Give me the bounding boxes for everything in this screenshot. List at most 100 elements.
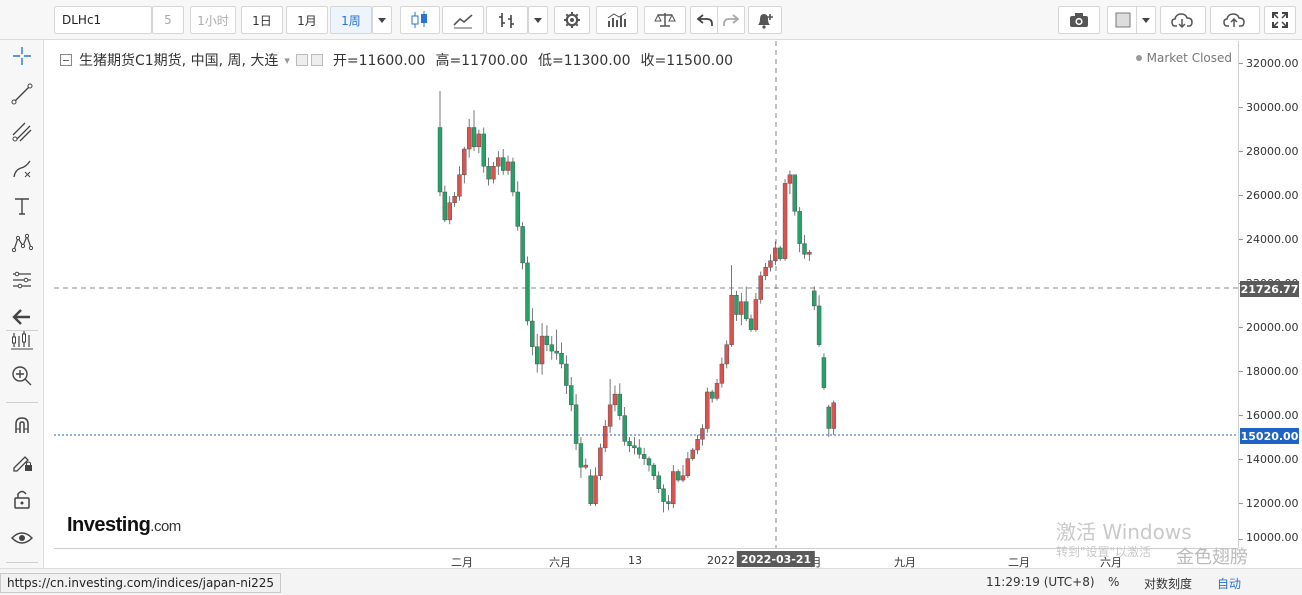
candle-down bbox=[797, 211, 802, 244]
x-tick-label: 2022 bbox=[707, 554, 735, 567]
axis-tick bbox=[1239, 371, 1243, 372]
candle-style-button[interactable] bbox=[400, 6, 440, 34]
market-status-label: Market Closed bbox=[1146, 51, 1232, 65]
style-dropdown-button[interactable] bbox=[528, 6, 548, 34]
y-tick-label: 30000.00 bbox=[1246, 101, 1299, 114]
pattern-tool[interactable] bbox=[8, 229, 36, 257]
screenshot-button[interactable] bbox=[1058, 6, 1100, 34]
layout-button[interactable] bbox=[1107, 6, 1137, 34]
candle-up bbox=[491, 165, 496, 180]
candle-down bbox=[778, 247, 783, 259]
eye-icon bbox=[11, 532, 33, 544]
candle-down bbox=[661, 488, 666, 502]
candle-up bbox=[598, 447, 603, 477]
separator bbox=[6, 562, 38, 563]
trend-line-tool[interactable] bbox=[8, 80, 36, 108]
fullscreen-button[interactable] bbox=[1264, 6, 1296, 34]
interval-1m-button[interactable]: 1月 bbox=[286, 6, 328, 34]
settings-small-icon[interactable] bbox=[310, 54, 323, 66]
candle-up bbox=[782, 183, 788, 259]
interval-5m-button[interactable]: 5 bbox=[152, 6, 184, 34]
candle-down bbox=[515, 191, 520, 227]
price-chart[interactable] bbox=[54, 41, 1238, 548]
axis-tick bbox=[1239, 151, 1243, 152]
candle-down bbox=[530, 320, 535, 347]
candle-down bbox=[792, 174, 797, 212]
fib-tool[interactable] bbox=[8, 118, 36, 146]
axis-tick bbox=[1239, 459, 1243, 460]
last-price-badge: 15020.00 bbox=[1240, 428, 1299, 444]
interval-1h-button[interactable]: 1小时 bbox=[190, 6, 236, 34]
price-axis[interactable]: 32000.00 30000.00 28000.00 26000.00 2400… bbox=[1238, 41, 1302, 548]
settings-button[interactable] bbox=[554, 6, 590, 34]
pattern-icon bbox=[11, 233, 33, 253]
candle-up bbox=[831, 402, 836, 429]
alert-button[interactable] bbox=[748, 6, 782, 34]
cloud-load-button[interactable] bbox=[1160, 6, 1206, 34]
layout-dropdown-button[interactable] bbox=[1136, 6, 1156, 34]
undo-button[interactable] bbox=[690, 6, 718, 34]
y-tick-label: 20000.00 bbox=[1246, 321, 1299, 334]
candle-up bbox=[753, 299, 759, 330]
x-tick-label: 13 bbox=[628, 554, 642, 567]
interval-1w-button[interactable]: 1周 bbox=[330, 6, 372, 34]
percent-toggle[interactable]: % bbox=[1108, 575, 1119, 589]
axis-tick bbox=[1239, 503, 1243, 504]
interval-dropdown-button[interactable] bbox=[372, 6, 392, 34]
indicators-tool[interactable] bbox=[8, 326, 36, 354]
interval-1d-button[interactable]: 1日 bbox=[241, 6, 283, 34]
low-value: 低=11300.00 bbox=[537, 53, 631, 69]
candle-down bbox=[802, 243, 807, 255]
candle-down bbox=[622, 415, 627, 442]
bars-icon bbox=[499, 13, 514, 28]
gear-icon bbox=[564, 12, 580, 28]
prediction-tool[interactable] bbox=[8, 266, 36, 294]
chart-legend: 生猪期货C1期货, 中国, 周, 大连 ▾ 开=11600.00 高=11700… bbox=[60, 50, 733, 70]
line-chart-icon bbox=[453, 14, 473, 29]
compare-button[interactable] bbox=[644, 6, 686, 34]
logo-suffix: .com bbox=[150, 518, 181, 535]
log-scale-toggle[interactable]: 对数刻度 bbox=[1144, 575, 1192, 592]
cloud-save-button[interactable] bbox=[1210, 6, 1260, 34]
text-icon bbox=[15, 198, 29, 215]
area-style-button[interactable] bbox=[442, 6, 484, 34]
cloud-download-icon bbox=[1171, 13, 1193, 29]
caret-down-icon[interactable]: ▾ bbox=[284, 54, 290, 67]
candle-up bbox=[690, 449, 695, 459]
crosshair-tool[interactable] bbox=[8, 42, 36, 70]
magnet-tool[interactable] bbox=[8, 411, 36, 439]
candle-up bbox=[763, 267, 768, 277]
square-icon bbox=[1115, 12, 1130, 28]
text-tool[interactable] bbox=[8, 192, 36, 220]
indicator-button[interactable] bbox=[486, 6, 528, 34]
lock-drawings-tool[interactable] bbox=[8, 448, 36, 476]
collapse-legend-icon[interactable] bbox=[60, 54, 72, 66]
y-tick-label: 18000.00 bbox=[1246, 365, 1299, 378]
candle-up bbox=[607, 404, 613, 427]
windows-activation-subtext: 转到"设置"以激活 bbox=[1056, 545, 1152, 559]
indicators-button[interactable] bbox=[596, 6, 638, 34]
auto-scale-toggle[interactable]: 自动 bbox=[1217, 575, 1241, 592]
eye-toggle-icon[interactable] bbox=[295, 54, 308, 66]
candle-up bbox=[603, 426, 608, 449]
candle-down bbox=[510, 161, 516, 193]
redo-button[interactable] bbox=[717, 6, 745, 34]
visibility-tool[interactable] bbox=[8, 524, 36, 552]
candle-down bbox=[656, 475, 661, 489]
candle-up bbox=[539, 335, 545, 365]
candle-up bbox=[680, 475, 686, 481]
candle-down bbox=[821, 357, 827, 388]
zoom-tool[interactable] bbox=[8, 362, 36, 390]
candle-down bbox=[535, 346, 540, 365]
link-preview: https://cn.investing.com/indices/japan-n… bbox=[0, 573, 282, 593]
undo-icon bbox=[696, 14, 713, 26]
symbol-input[interactable]: DLHc1 bbox=[54, 6, 152, 34]
candle-down bbox=[564, 363, 569, 386]
candle-down bbox=[666, 501, 671, 504]
unlock-tool[interactable] bbox=[8, 485, 36, 513]
brush-tool[interactable] bbox=[8, 155, 36, 183]
candle-down bbox=[442, 191, 448, 221]
redo-icon bbox=[723, 14, 739, 26]
investing-logo[interactable]: Investing.com bbox=[67, 514, 181, 537]
candle-down bbox=[637, 447, 642, 455]
